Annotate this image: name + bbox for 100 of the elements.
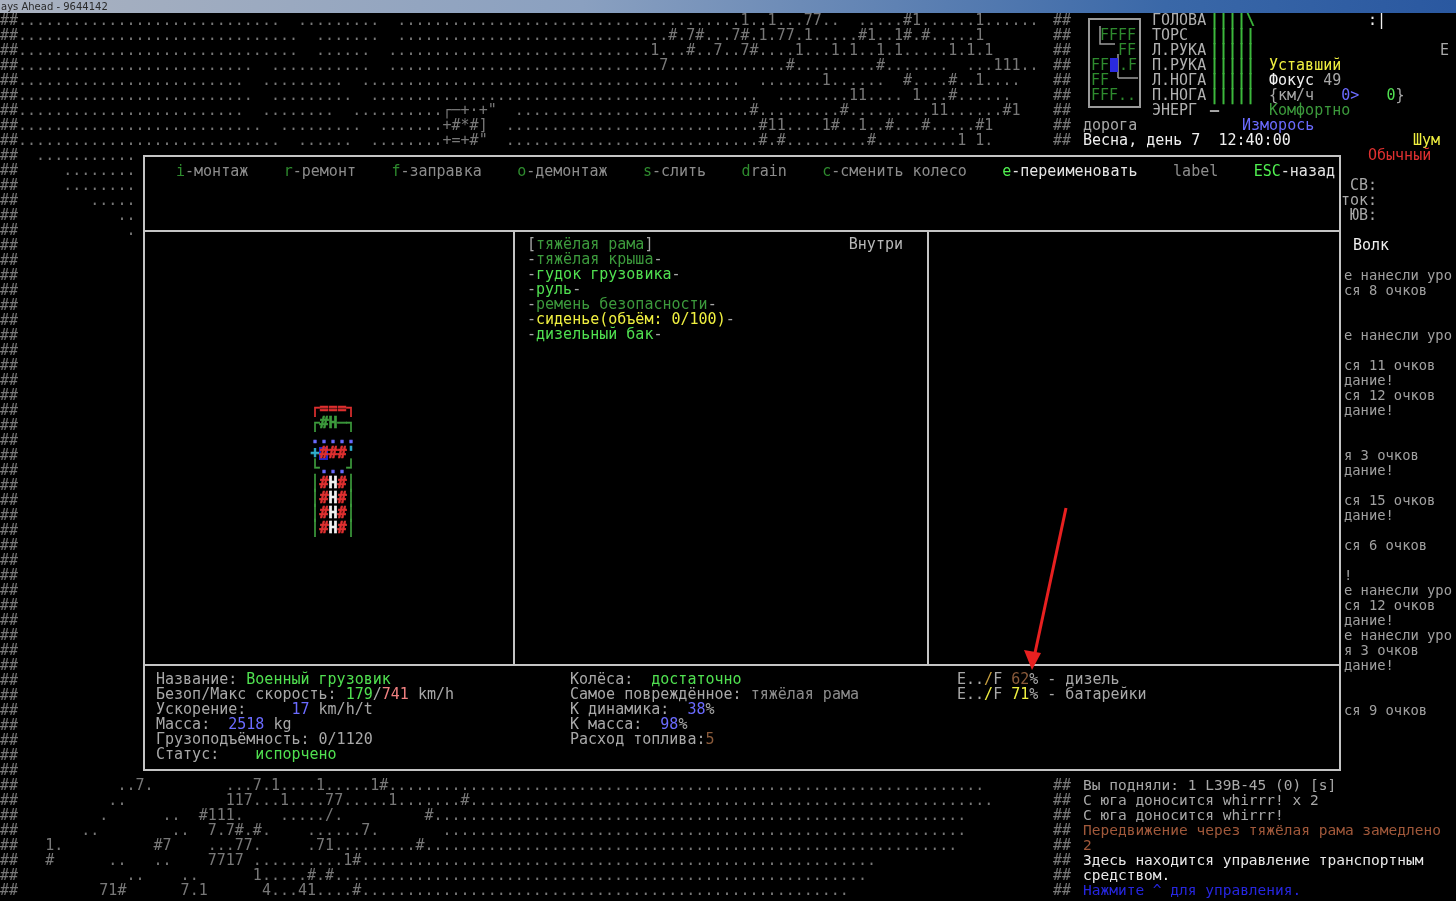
log-line: е нанесли уро: [1344, 268, 1452, 283]
body-part-label: ГОЛОВА: [1152, 13, 1207, 28]
info-line: Колёса: достаточно: [570, 672, 742, 687]
map-row: ##: [0, 283, 19, 298]
vehicle-part-item[interactable]: [тяжёлая рама]: [527, 237, 849, 252]
map-row: ##.......................... ........... ..............................7.............#.........#....... ...111..: [0, 58, 1039, 73]
vehicle-part-item[interactable]: -руль-: [527, 282, 849, 297]
map-row: ##............................. ...... ........+=+#" ............................#.#.........#.........1 1.: [0, 133, 994, 148]
temperature-status: Комфортно: [1269, 103, 1351, 118]
map-row: ## ..7. ...7.1....1.....1#..................................................................: [0, 778, 985, 793]
map-row: ##: [0, 478, 19, 493]
info-line: Грузоподъёмность: 0/1120: [156, 732, 373, 747]
menu-command[interactable]: ESC-назад: [1253, 164, 1335, 179]
map-row: ##: [0, 613, 19, 628]
map-row: ##............................. ......... ......................................1..1...77.. .....#1......1......: [0, 13, 1039, 28]
vehicle-part-item[interactable]: -ремень безопасности-: [527, 297, 849, 312]
info-line: E../F 71% - батарейки: [957, 687, 1147, 702]
map-row: ##: [0, 688, 19, 703]
map-row: ##: [0, 403, 19, 418]
map-row: ##: [0, 448, 19, 463]
map-edge: ##: [1053, 58, 1072, 73]
map-row: ##: [0, 718, 19, 733]
terrain-label: дорога: [1083, 118, 1138, 133]
vehicle-part-item[interactable]: -гудок грузовика-: [527, 267, 849, 282]
log-line: ся 12 очков: [1344, 598, 1436, 613]
speed-reading: {км/ч 0> 0}: [1269, 88, 1405, 103]
map-row: ##: [0, 418, 19, 433]
map-row: ## .. 117...1....77.....1.......#..........................................................: [0, 793, 994, 808]
info-line: Ускорение: 17 km/h/t: [156, 702, 373, 717]
wind-label: СВ:: [1349, 178, 1377, 193]
map-row: ##: [0, 733, 19, 748]
map-row: ##......................... ........ ..........┌─+·+" ..........................#.........#.........11......#1: [0, 103, 1021, 118]
vehicle-part-item[interactable]: -тяжёлая крыша-: [527, 252, 849, 267]
minimap-row: FFF..: [1091, 88, 1137, 103]
message-line: С юга доносится whirrr! x 2: [1083, 793, 1319, 808]
map-edge: ##: [1053, 808, 1072, 823]
message-line: С юга доносится whirrr!: [1083, 808, 1284, 823]
menu-command[interactable]: r-ремонт: [283, 164, 356, 179]
map-row: ##: [0, 508, 19, 523]
map-row: ##: [0, 538, 19, 553]
map-row: ## # .. .. 7717 ..........1#.........................................................: [0, 853, 876, 868]
focus-reading: Фокус 49: [1269, 73, 1342, 88]
map-row: ##: [0, 763, 19, 778]
map-edge: ##: [1053, 853, 1072, 868]
message-line: 2: [1083, 838, 1092, 853]
message-line: Нажмите ^ для управления.: [1083, 883, 1302, 898]
log-line: дание!: [1344, 373, 1394, 388]
health-text: |||||: [1210, 73, 1256, 88]
menu-command[interactable]: label: [1173, 164, 1219, 179]
map-row: ## .. .. 7.7#.#. ......7. ..........................................................: [0, 823, 967, 838]
map-row: ##: [0, 628, 19, 643]
vehicle-part-item[interactable]: -сиденье(объём: 0/100)-: [527, 312, 849, 327]
map-row: ##: [0, 328, 19, 343]
minimap-row: FFFF: [1100, 28, 1137, 43]
vehicle-part-item[interactable]: -дизельный бак-: [527, 327, 849, 342]
info-line: Масса: 2518 kg: [156, 717, 292, 732]
info-line: Самое повреждённое: тяжёлая рама: [570, 687, 859, 702]
log-line: !: [1344, 568, 1353, 583]
map-row: ##: [0, 553, 19, 568]
wind-label: ток:: [1340, 193, 1377, 208]
menu-command[interactable]: d rain: [741, 164, 787, 179]
health-text: |||||: [1210, 43, 1256, 58]
menu-command[interactable]: i-монтаж: [176, 164, 249, 179]
map-row: ##: [0, 373, 19, 388]
info-line: К масса: 98%: [570, 717, 688, 732]
stance-label: Обычный: [1368, 148, 1432, 163]
health-text: |||||: [1210, 28, 1256, 43]
map-row: ## ...........: [0, 148, 136, 163]
info-line: E../F 62% - дизель: [957, 672, 1120, 687]
minimap-row: FF: [1091, 73, 1110, 88]
map-row: ##: [0, 388, 19, 403]
map-row: ##: [0, 493, 19, 508]
map-row: ##: [0, 358, 19, 373]
log-line: ся 11 очков: [1344, 358, 1436, 373]
info-line: Название: Военный грузовик: [156, 672, 391, 687]
menu-command[interactable]: o-демонтаж: [517, 164, 608, 179]
health-text: |||||: [1210, 58, 1256, 73]
map-row: ##: [0, 658, 19, 673]
map-edge: ##: [1053, 103, 1072, 118]
date-time: Весна, день 7 12:40:00: [1083, 133, 1291, 148]
log-line: е нанесли уро: [1344, 583, 1452, 598]
minimap-row: FF: [1091, 58, 1110, 73]
log-line: дание!: [1344, 463, 1394, 478]
map-row: ## . .. #111. ...../. #...........................................................: [0, 808, 967, 823]
map-edge: ##: [1053, 133, 1072, 148]
log-line: дание!: [1344, 508, 1394, 523]
menu-command[interactable]: e-переименовать: [1002, 164, 1138, 179]
menu-command[interactable]: s-слить: [642, 164, 707, 179]
log-line: ся 12 очков: [1344, 388, 1436, 403]
mood-status: Уставший: [1269, 58, 1342, 73]
map-edge: ##: [1053, 838, 1072, 853]
location-label: Внутри: [848, 237, 903, 252]
body-part-label: Л.РУКА: [1152, 43, 1207, 58]
menu-command[interactable]: c-сменить колесо: [822, 164, 967, 179]
menu-command[interactable]: f-заправка: [391, 164, 482, 179]
map-row: ##.......................... ......... ........................................... ........11.... 1...#......: [0, 88, 1012, 103]
log-line: ся 15 очков: [1344, 493, 1436, 508]
map-row: ## .....: [0, 193, 136, 208]
info-line: Расход топлива:5: [570, 732, 715, 747]
map-row: ##............................... ....... ..............................#.7#...7#.1.77.1.....#1..1#.#.....1: [0, 28, 985, 43]
